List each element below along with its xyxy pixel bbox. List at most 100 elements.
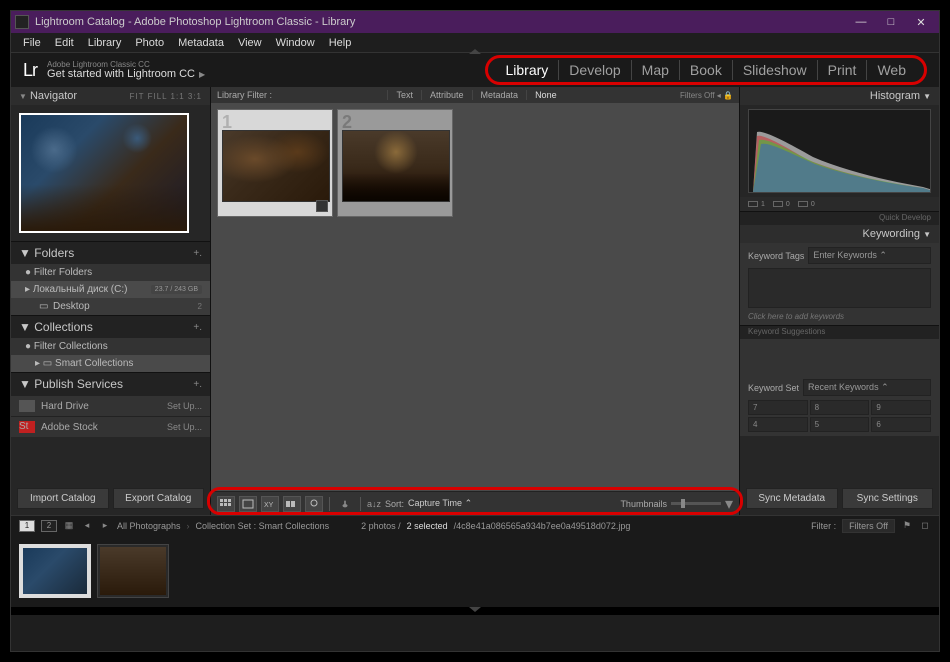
filter-folders-input[interactable]: ● Filter Folders	[11, 264, 210, 281]
filmstrip[interactable]	[11, 535, 939, 607]
module-web[interactable]: Web	[866, 60, 916, 80]
menu-metadata[interactable]: Metadata	[172, 35, 230, 51]
histogram-header[interactable]: Histogram ▼	[740, 87, 939, 105]
photo-filename: /4c8e41a086565a934b7ee0a49518d072.jpg	[454, 521, 631, 531]
navigator-preview[interactable]	[11, 105, 210, 241]
painter-tool-icon[interactable]	[336, 496, 354, 512]
nav-back-icon[interactable]: ◂	[81, 520, 93, 532]
get-started-link[interactable]: Get started with Lightroom CC▶	[47, 69, 205, 80]
menu-photo[interactable]: Photo	[129, 35, 170, 51]
secondary-display-1[interactable]: 1	[19, 520, 35, 532]
grid-cell-1[interactable]: 1	[217, 109, 333, 217]
folder-drive[interactable]: ▸ Локальный диск (C:) 23.7 / 243 GB	[11, 281, 210, 298]
bottom-panel-toggle[interactable]	[11, 607, 939, 615]
menu-view[interactable]: View	[232, 35, 268, 51]
keyword-tags-dropdown[interactable]: Enter Keywords ⌃	[808, 247, 931, 264]
import-catalog-button[interactable]: Import Catalog	[17, 488, 109, 509]
thumbnails-label: Thumbnails	[620, 499, 667, 509]
sort-label: Sort:	[385, 499, 404, 509]
view-grid-icon[interactable]	[217, 496, 235, 512]
breadcrumb-collection[interactable]: Collection Set : Smart Collections	[196, 521, 330, 531]
filter-text[interactable]: Text	[387, 90, 421, 100]
module-picker: Library Develop Map Book Slideshow Print…	[485, 55, 928, 85]
folder-desktop[interactable]: ▭Desktop 2	[11, 298, 210, 315]
sort-dropdown[interactable]: Capture Time ⌃	[408, 498, 472, 509]
module-map[interactable]: Map	[631, 60, 679, 80]
menu-library[interactable]: Library	[82, 35, 128, 51]
grid-icon[interactable]: ▦	[63, 520, 75, 532]
selected-count: 2 selected	[407, 521, 448, 531]
filter-lock-icon[interactable]: ◻	[919, 520, 931, 532]
library-filter-bar: Library Filter : Text Attribute Metadata…	[211, 87, 739, 103]
filter-none[interactable]: None	[526, 90, 565, 100]
close-button[interactable]: ✕	[907, 13, 935, 31]
publish-harddrive[interactable]: Hard Drive Set Up...	[11, 395, 210, 416]
keyword-hint[interactable]: Click here to add keywords	[748, 312, 931, 321]
center-area: Library Filter : Text Attribute Metadata…	[211, 87, 739, 515]
secondary-display-2[interactable]: 2	[41, 520, 57, 532]
kw-slot[interactable]: 7	[748, 400, 808, 415]
filter-preset[interactable]: Filters Off ◂ 🔒	[680, 91, 733, 100]
export-catalog-button[interactable]: Export Catalog	[113, 488, 205, 509]
kw-slot[interactable]: 5	[810, 417, 870, 432]
maximize-button[interactable]: □	[877, 13, 905, 31]
filmstrip-thumb-2[interactable]	[97, 544, 169, 598]
publish-header[interactable]: ▼ Publish Services +.	[11, 372, 210, 395]
navigator-header[interactable]: ▼ Navigator FIT FILL 1:1 3:1	[11, 87, 210, 105]
menu-edit[interactable]: Edit	[49, 35, 80, 51]
keyword-set-dropdown[interactable]: Recent Keywords ⌃	[803, 379, 931, 396]
toolbar-menu-icon[interactable]: ▾	[725, 494, 733, 514]
publish-adobestock[interactable]: StAdobe Stock Set Up...	[11, 416, 210, 437]
view-loupe-icon[interactable]	[239, 496, 257, 512]
menu-window[interactable]: Window	[270, 35, 321, 51]
keyword-suggestions-header[interactable]: Keyword Suggestions	[740, 325, 939, 339]
publish-add-icon[interactable]: +.	[193, 379, 202, 390]
kw-slot[interactable]: 6	[871, 417, 931, 432]
filter-collections-input[interactable]: ● Filter Collections	[11, 338, 210, 355]
collections-add-icon[interactable]: +.	[193, 322, 202, 333]
module-develop[interactable]: Develop	[558, 60, 630, 80]
histogram-display[interactable]	[748, 109, 931, 193]
navigator-zoom-opts[interactable]: FIT FILL 1:1 3:1	[130, 92, 202, 101]
nav-fwd-icon[interactable]: ▸	[99, 520, 111, 532]
menu-file[interactable]: File	[17, 35, 47, 51]
sync-metadata-button[interactable]: Sync Metadata	[746, 488, 838, 509]
keywording-header[interactable]: Keywording ▼	[740, 225, 939, 243]
sort-direction-icon[interactable]: a↓z	[367, 499, 381, 509]
view-people-icon[interactable]	[305, 496, 323, 512]
thumbnail-badge-icon[interactable]	[316, 200, 328, 212]
thumbnail-size-slider[interactable]	[671, 502, 721, 505]
adobestock-icon: St	[19, 421, 35, 433]
module-book[interactable]: Book	[679, 60, 732, 80]
grid-cell-2[interactable]: 2	[337, 109, 453, 217]
filter-metadata[interactable]: Metadata	[472, 90, 527, 100]
filter-attribute[interactable]: Attribute	[421, 90, 472, 100]
sync-settings-button[interactable]: Sync Settings	[842, 488, 934, 509]
quick-develop-header[interactable]: Quick Develop	[740, 211, 939, 225]
status-bar: 1 2 ▦ ◂ ▸ All Photographs › Collection S…	[11, 515, 939, 535]
identity-plate-row: Lr Adobe Lightroom Classic CC Get starte…	[11, 53, 939, 87]
status-filter-dropdown[interactable]: Filters Off	[842, 519, 895, 533]
minimize-button[interactable]: —	[847, 13, 875, 31]
view-survey-icon[interactable]	[283, 496, 301, 512]
kw-slot[interactable]: 8	[810, 400, 870, 415]
grid-view[interactable]: 1 2	[211, 103, 739, 491]
filter-flag-icon[interactable]: ⚑	[901, 520, 913, 532]
thumbnail-image	[342, 130, 450, 202]
folders-add-icon[interactable]: +.	[193, 248, 202, 259]
view-compare-icon[interactable]: XY	[261, 496, 279, 512]
collection-smart[interactable]: ▸ ▭ Smart Collections	[11, 355, 210, 372]
kw-slot[interactable]: 4	[748, 417, 808, 432]
svg-text:XY: XY	[264, 502, 274, 509]
kw-slot[interactable]: 9	[871, 400, 931, 415]
status-filter-label: Filter :	[811, 521, 836, 531]
keyword-textarea[interactable]	[748, 268, 931, 308]
folders-header[interactable]: ▼ Folders +.	[11, 241, 210, 264]
breadcrumb-root[interactable]: All Photographs	[117, 521, 181, 531]
collections-header[interactable]: ▼ Collections +.	[11, 315, 210, 338]
menu-help[interactable]: Help	[323, 35, 358, 51]
module-print[interactable]: Print	[817, 60, 867, 80]
module-slideshow[interactable]: Slideshow	[732, 60, 817, 80]
filmstrip-thumb-1[interactable]	[19, 544, 91, 598]
module-library[interactable]: Library	[496, 60, 559, 80]
